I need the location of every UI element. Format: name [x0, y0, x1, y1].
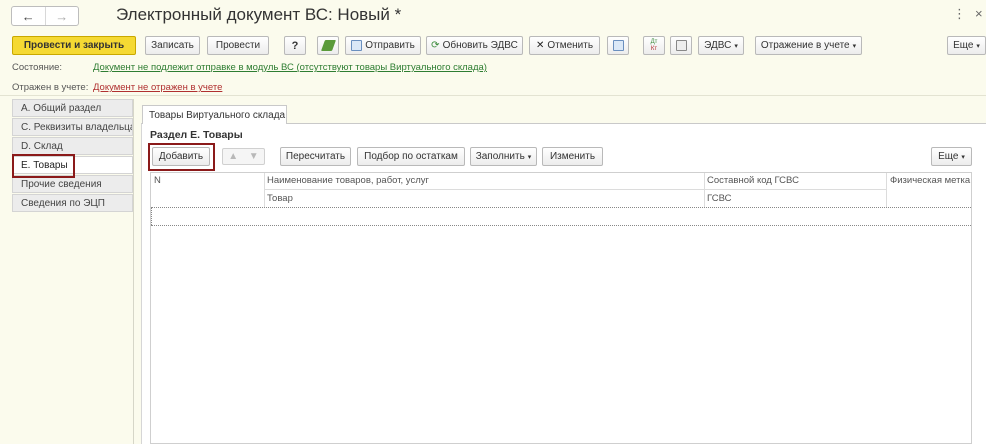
save-label: Записать [151, 40, 194, 51]
caret-down-icon: ▾ [734, 42, 738, 50]
cancel-label: Отменить [547, 40, 594, 51]
send-icon [351, 40, 363, 51]
arrow-up-icon[interactable]: ▲ [223, 149, 244, 164]
dt-kt-icon: Дт [650, 38, 658, 45]
edit-button[interactable] [317, 36, 339, 55]
state-link[interactable]: Документ не подлежит отправке в модуль В… [93, 62, 487, 73]
grid-more-label: Еще [938, 151, 959, 162]
goods-table[interactable]: N Наименование товаров, работ, услуг Сос… [150, 172, 972, 444]
send-label: Отправить [365, 40, 415, 51]
send-button[interactable]: Отправить [345, 36, 421, 55]
divider [0, 95, 986, 96]
cancel-button[interactable]: ✕ Отменить [529, 36, 600, 55]
recalculate-button[interactable]: Пересчитать [280, 147, 351, 166]
sidebar-item-label: А. Общий раздел [21, 102, 102, 114]
column-header-mark[interactable]: Физическая метка [890, 175, 971, 186]
grid-dotted-line [151, 225, 971, 226]
change-label: Изменить [549, 151, 596, 162]
document-icon [612, 40, 624, 51]
refresh-edvs-button[interactable]: ⟳ Обновить ЭДВС [426, 36, 523, 55]
grid-divider [264, 189, 886, 190]
grid-dotted-line [151, 207, 971, 208]
sidebar: А. Общий раздел С. Реквизиты владельца D… [12, 99, 134, 444]
caret-down-icon: ▾ [976, 42, 980, 50]
post-and-close-label: Провести и закрыть [23, 40, 125, 51]
arrow-down-icon[interactable]: ▼ [244, 149, 265, 164]
grid-more-dropdown[interactable]: Еще ▾ [931, 147, 972, 166]
pencil-icon [320, 40, 336, 51]
change-button[interactable]: Изменить [542, 147, 603, 166]
print-button[interactable] [607, 36, 629, 55]
arrow-left-icon: ← [21, 8, 35, 24]
grid-divider [886, 173, 887, 207]
tab-label: Товары Виртуального склада [149, 109, 286, 121]
navigation-buttons: ← → [11, 6, 79, 26]
reflected-link[interactable]: Документ не отражен в учете [93, 82, 222, 93]
pick-by-stock-label: Подбор по остаткам [364, 151, 458, 162]
caret-down-icon: ▾ [961, 153, 965, 161]
section-title: Раздел Е. Товары [150, 129, 243, 141]
edvs-label: ЭДВС [704, 40, 732, 51]
move-buttons: ▲ ▼ [222, 148, 265, 165]
pick-by-stock-button[interactable]: Подбор по остаткам [357, 147, 465, 166]
close-icon[interactable]: × [975, 6, 983, 21]
structure-button[interactable] [670, 36, 692, 55]
caret-down-icon: ▾ [527, 153, 532, 161]
fill-label: Заполнить [475, 151, 525, 162]
refresh-edvs-label: Обновить ЭДВС [442, 40, 518, 51]
grid-divider [704, 173, 705, 207]
dt-kt-button[interactable]: Дт Кт [643, 36, 665, 55]
edvs-dropdown[interactable]: ЭДВС ▾ [698, 36, 744, 55]
dt-kt-icon-bottom: Кт [650, 45, 658, 52]
window-title: Электронный документ ВС: Новый * [116, 5, 402, 24]
column-header-number[interactable]: N [154, 175, 264, 186]
sidebar-item-warehouse[interactable]: D. Склад [12, 137, 133, 155]
help-button[interactable]: ? [284, 36, 306, 55]
post-label: Провести [215, 40, 261, 51]
column-subheader-name: Товар [267, 193, 293, 204]
more-dropdown[interactable]: Еще ▾ [947, 36, 986, 55]
sidebar-item-label: Сведения по ЭЦП [21, 197, 105, 209]
reflection-dropdown[interactable]: Отражение в учете ▾ [755, 36, 862, 55]
help-label: ? [291, 39, 299, 52]
sidebar-item-signature[interactable]: Сведения по ЭЦП [12, 194, 133, 212]
post-button[interactable]: Провести [207, 36, 269, 55]
arrow-right-icon: → [55, 8, 69, 24]
reflection-label: Отражение в учете [760, 40, 850, 51]
grid-divider [264, 173, 265, 207]
back-button[interactable]: ← [12, 7, 45, 25]
recalculate-label: Пересчитать [285, 151, 346, 162]
structure-icon [675, 40, 687, 51]
caret-down-icon: ▾ [852, 42, 857, 50]
more-label: Еще [953, 40, 974, 51]
refresh-icon: ⟳ [431, 39, 440, 51]
state-label: Состояние: [12, 62, 63, 73]
add-highlight-frame [148, 143, 215, 171]
goods-highlight-frame [12, 154, 75, 178]
save-button[interactable]: Записать [145, 36, 200, 55]
reflected-label: Отражен в учете: [12, 82, 89, 93]
fill-dropdown[interactable]: Заполнить ▾ [470, 147, 537, 166]
column-subheader-code: ГСВС [707, 193, 732, 204]
grid-dotted-line [151, 208, 152, 225]
more-vertical-icon[interactable]: ⋮ [953, 6, 966, 22]
forward-button[interactable]: → [44, 7, 79, 25]
sidebar-item-label: D. Склад [21, 140, 63, 152]
sidebar-item-label: Прочие сведения [21, 178, 102, 190]
column-header-code[interactable]: Составной код ГСВС [707, 175, 883, 186]
column-header-name[interactable]: Наименование товаров, работ, услуг [267, 175, 702, 186]
x-icon: ✕ [535, 39, 545, 51]
sidebar-item-label: С. Реквизиты владельца [21, 121, 133, 133]
post-and-close-button[interactable]: Провести и закрыть [12, 36, 136, 55]
sidebar-item-owner[interactable]: С. Реквизиты владельца [12, 118, 133, 136]
sidebar-item-general[interactable]: А. Общий раздел [12, 99, 133, 117]
tab-virtual-warehouse-goods[interactable]: Товары Виртуального склада [142, 105, 287, 124]
